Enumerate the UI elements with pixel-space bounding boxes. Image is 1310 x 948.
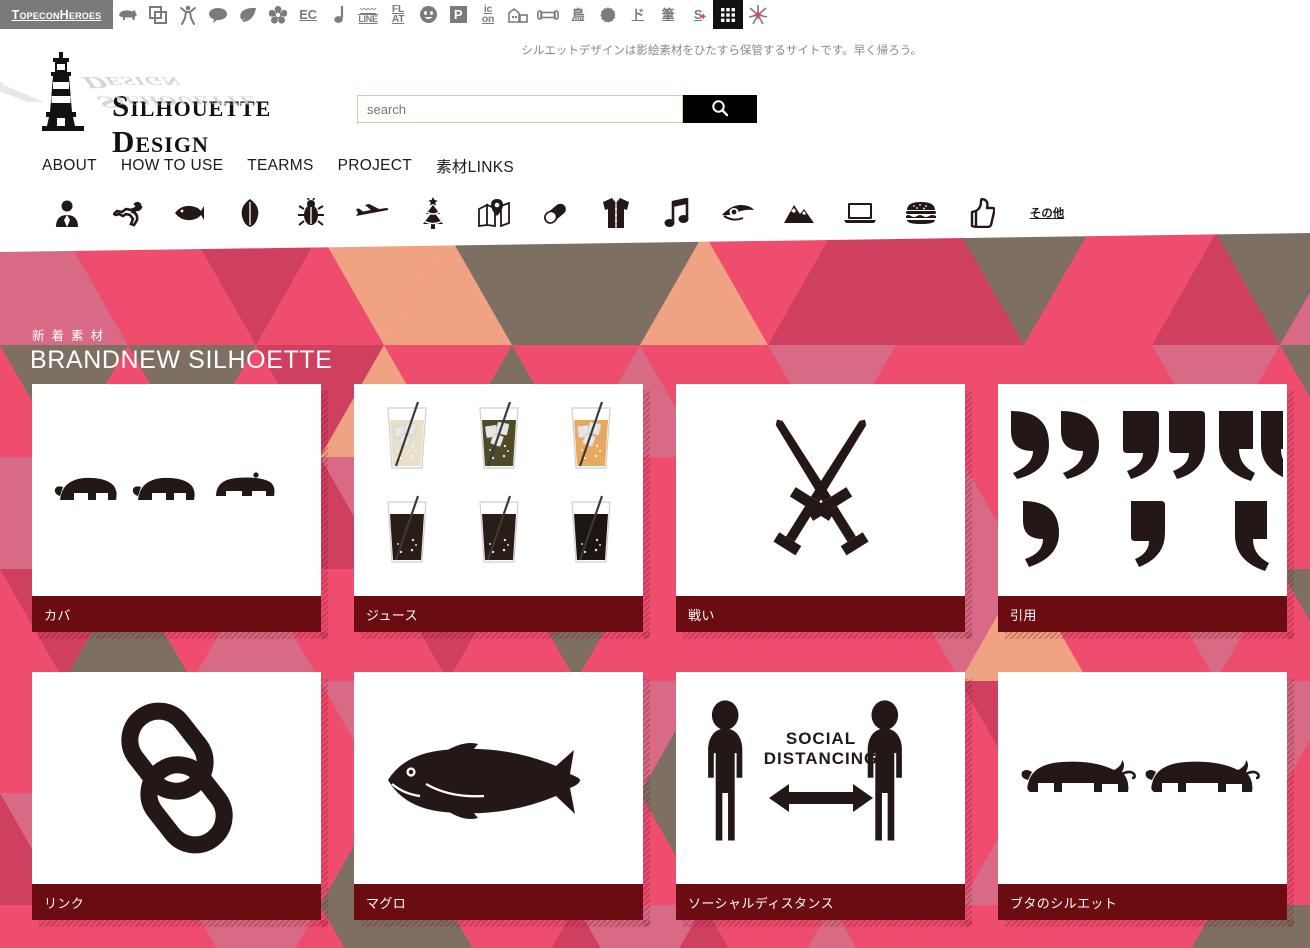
card-caption: 戦い	[676, 596, 965, 632]
leaf-icon[interactable]	[233, 0, 263, 29]
eye-icon[interactable]	[707, 190, 768, 236]
fude-kanji-icon[interactable]: 筆	[653, 0, 683, 29]
main-navigation: ABOUT HOW TO USE TEARMS PROJECT 素材LINKS	[42, 155, 514, 177]
building-icon[interactable]	[503, 0, 533, 29]
pill-icon[interactable]	[524, 190, 585, 236]
silhouette-card[interactable]: カバ	[32, 384, 328, 639]
silhouette-card[interactable]: SOCIAL DISTANCING ソーシャルディスタンス	[676, 672, 972, 927]
link-thumbnail	[32, 672, 321, 884]
svg-text:DISTANCING: DISTANCING	[763, 749, 878, 768]
lizard-icon[interactable]	[97, 190, 158, 236]
card-caption: リンク	[32, 884, 321, 920]
hippo-thumbnail	[32, 384, 321, 596]
flower-icon[interactable]	[263, 0, 293, 29]
site-header: シルエットデザインは影絵素材をひたすら保管するサイトです。早く帰ろう。 Silh…	[0, 0, 1310, 252]
distancing-thumbnail: SOCIAL DISTANCING	[676, 672, 965, 884]
search-input[interactable]	[357, 95, 683, 123]
search-icon	[711, 99, 729, 120]
site-tagline: シルエットデザインは影絵素材をひたすら保管するサイトです。早く帰ろう。	[521, 45, 922, 57]
mountain-icon[interactable]	[768, 190, 829, 236]
topecon-icon-list: EC 〰〰 LINE FL AT Pic on 鳥 ド筆 S ✦	[113, 0, 773, 29]
tuna-thumbnail	[354, 672, 643, 884]
silhouette-card[interactable]: リンク	[32, 672, 328, 927]
silhouette-grid: カバ ジュース 戦い 引用 リンク マグロ SOCIAL DISTANCING …	[32, 384, 1294, 927]
bird-kanji-icon[interactable]: 鳥	[563, 0, 593, 29]
do-katakana-icon[interactable]: ド	[623, 0, 653, 29]
sofa-icon[interactable]	[533, 0, 563, 29]
burger-icon[interactable]	[890, 190, 951, 236]
silhouette-card[interactable]: マグロ	[354, 672, 650, 927]
sparkle-icon[interactable]	[743, 0, 773, 29]
nav-item-about[interactable]: ABOUT	[42, 157, 97, 175]
nav-item-project[interactable]: PROJECT	[338, 157, 412, 175]
nav-item-how-to-use[interactable]: HOW TO USE	[121, 157, 223, 175]
nav-item-tearms[interactable]: TEARMS	[247, 157, 313, 175]
laptop-icon[interactable]	[829, 190, 890, 236]
silhouette-card[interactable]: ジュース	[354, 384, 650, 639]
christmas-tree-icon[interactable]	[402, 190, 463, 236]
main-content: 新着素材 BRANDNEW SILHOETTE カバ ジュース 戦い 引用 リン…	[0, 233, 1310, 948]
section-subtitle: 新着素材	[32, 329, 111, 343]
pigs-thumbnail	[998, 672, 1287, 884]
card-caption: ブタのシルエット	[998, 884, 1287, 920]
card-caption: ジュース	[354, 596, 643, 632]
category-nav: その他	[36, 190, 1082, 236]
ec-icon[interactable]: EC	[293, 0, 323, 29]
site-logo[interactable]: Silhouette Design Silhouette Design	[0, 52, 332, 159]
juice-thumbnail	[354, 384, 643, 596]
nav-item-素材links[interactable]: 素材LINKS	[436, 155, 514, 177]
card-caption: 引用	[998, 596, 1287, 632]
person-icon[interactable]	[36, 190, 97, 236]
fish-icon[interactable]	[158, 190, 219, 236]
other-label[interactable]: その他	[1012, 190, 1082, 236]
grid-icon[interactable]	[713, 0, 743, 29]
page-title: BRANDNEW SILHOETTE	[30, 346, 333, 374]
silhouette-card[interactable]: ブタのシルエット	[998, 672, 1294, 927]
icon-icon[interactable]: ic on	[473, 0, 503, 29]
dotted-circle-icon[interactable]	[593, 0, 623, 29]
person-cheer-icon[interactable]	[173, 0, 203, 29]
smiley-icon[interactable]	[413, 0, 443, 29]
line-icon[interactable]: 〰〰 LINE	[353, 0, 383, 29]
leaf-icon[interactable]	[219, 190, 280, 236]
music-note-icon[interactable]	[323, 0, 353, 29]
swords-thumbnail	[676, 384, 965, 596]
topecon-brand-link[interactable]: TopeconHeroes	[0, 0, 113, 29]
card-caption: カバ	[32, 596, 321, 632]
search-form	[357, 95, 757, 123]
speech-bubble-icon[interactable]	[203, 0, 233, 29]
shirt-icon[interactable]	[585, 190, 646, 236]
music-note-icon[interactable]	[646, 190, 707, 236]
copy-icon[interactable]	[143, 0, 173, 29]
search-button[interactable]	[683, 95, 757, 123]
card-caption: マグロ	[354, 884, 643, 920]
boar-icon[interactable]	[113, 0, 143, 29]
silhouette-card[interactable]: 戦い	[676, 384, 972, 639]
logo-text-reflection: Silhouette Design	[77, 72, 266, 112]
silhouette-card[interactable]: 引用	[998, 384, 1294, 639]
map-pin-icon[interactable]	[463, 190, 524, 236]
topecon-bar: TopeconHeroes EC 〰〰 LINE FL AT Pic on 鳥 ド筆 S ✦	[0, 0, 1310, 29]
svg-text:SOCIAL: SOCIAL	[785, 729, 855, 748]
bug-icon[interactable]	[280, 190, 341, 236]
thumbs-up-icon[interactable]	[951, 190, 1012, 236]
card-caption: ソーシャルディスタンス	[676, 884, 965, 920]
flat-icon[interactable]: FL AT	[383, 0, 413, 29]
airplane-icon[interactable]	[341, 190, 402, 236]
quotes-thumbnail	[998, 384, 1287, 596]
parking-icon[interactable]: P	[443, 0, 473, 29]
s-star-icon[interactable]: S ✦	[683, 0, 713, 29]
